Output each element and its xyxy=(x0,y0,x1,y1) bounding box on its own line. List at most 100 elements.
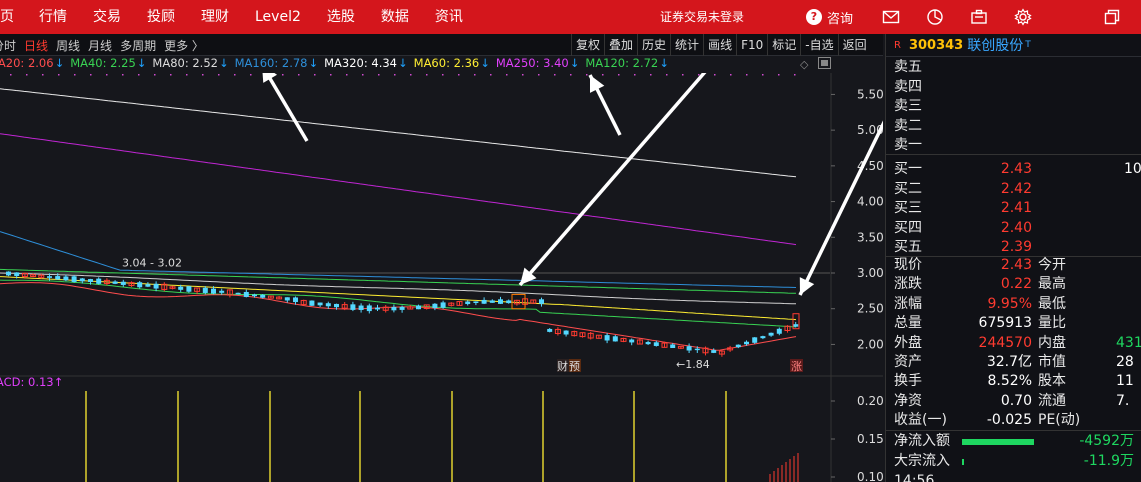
candle xyxy=(432,303,438,311)
stat-label: 涨幅 xyxy=(894,295,922,312)
candle xyxy=(636,338,643,345)
period-tab-2[interactable]: 周线 xyxy=(52,37,84,54)
briefcase-icon[interactable] xyxy=(970,8,988,26)
svg-text:财: 财 xyxy=(557,359,568,373)
buy-level-5[interactable]: 买五 2.39 xyxy=(886,238,1141,258)
stat-value: 675913 xyxy=(978,315,1032,332)
candle xyxy=(153,281,159,292)
chart-tool-6[interactable]: 标记 xyxy=(767,34,800,56)
sell-label: 卖二 xyxy=(894,117,922,134)
limit-up-badge[interactable]: 涨 xyxy=(790,359,803,373)
chart-tool-5[interactable]: F10 xyxy=(736,34,767,56)
period-tab-4[interactable]: 多周期 xyxy=(116,37,160,54)
buy-price: 2.43 xyxy=(1000,161,1032,177)
chart-tool-7[interactable]: -自选 xyxy=(800,34,837,56)
stat-label-2: 最低 xyxy=(1038,295,1066,312)
price-axis-label: 2.50 xyxy=(857,302,883,316)
buy-level-3[interactable]: 买三 2.41 xyxy=(886,199,1141,219)
nav-item-3[interactable]: 投顾 xyxy=(134,0,188,34)
candle xyxy=(760,335,766,340)
window-restore-icon[interactable] xyxy=(1103,8,1121,26)
candle xyxy=(506,299,512,304)
nav-item-4[interactable]: 理财 xyxy=(188,0,242,34)
stock-header[interactable]: R 300343 联创股份 T xyxy=(886,34,1141,57)
diamond-icon[interactable]: ◇ xyxy=(800,58,808,71)
sell-label: 卖一 xyxy=(894,137,922,153)
stat-value-2: 7. xyxy=(1116,392,1130,409)
sell-level-3[interactable]: 卖三 xyxy=(886,97,1141,117)
stat-label-2: 今开 xyxy=(1038,257,1066,273)
candle xyxy=(498,296,503,304)
candle xyxy=(169,285,176,290)
candle xyxy=(284,297,290,303)
chart-tool-4[interactable]: 画线 xyxy=(703,34,736,56)
nav-item-0[interactable]: 首页 xyxy=(0,0,26,34)
chart-tool-8[interactable]: 返回 xyxy=(837,34,871,56)
buy-label: 买三 xyxy=(894,200,922,216)
period-tab-5[interactable]: 更多 〉 xyxy=(160,37,208,54)
nav-item-5[interactable]: Level2 xyxy=(242,0,314,34)
buy-level-1[interactable]: 买一 2.43 107 xyxy=(886,160,1141,180)
nav-item-2[interactable]: 交易 xyxy=(80,0,134,34)
candle xyxy=(620,337,627,343)
period-tab-3[interactable]: 月线 xyxy=(84,37,116,54)
ma250-line xyxy=(0,133,797,246)
candle xyxy=(645,340,651,346)
stat-value: 9.95% xyxy=(987,295,1032,312)
stat-label-2: 量比 xyxy=(1038,315,1066,332)
trade-login-status[interactable]: 证券交易未登录 xyxy=(660,0,744,34)
down-arrow-icon: ↓ xyxy=(480,56,490,70)
flow-bar xyxy=(962,439,1034,445)
nav-item-7[interactable]: 数据 xyxy=(368,0,422,34)
ma-legend-0: MA20: 2.06↓ xyxy=(0,56,65,70)
candle xyxy=(595,334,602,339)
stat-value: 8.52% xyxy=(987,373,1032,390)
candle xyxy=(752,337,758,344)
sell-level-1[interactable]: 卖一 xyxy=(886,136,1141,156)
stat-label-2: 最高 xyxy=(1038,276,1066,293)
buy-level-2[interactable]: 买二 2.42 xyxy=(886,180,1141,200)
candle xyxy=(186,286,192,293)
nav-item-1[interactable]: 行情 xyxy=(26,0,80,34)
sell-level-5[interactable]: 卖五 xyxy=(886,58,1141,78)
period-tab-1[interactable]: 日线 xyxy=(20,37,52,54)
chart-tool-0[interactable]: 复权 xyxy=(571,34,604,56)
chart-tool-1[interactable]: 叠加 xyxy=(604,34,637,56)
price-axis-label: 5.50 xyxy=(857,87,883,101)
candle xyxy=(120,279,126,287)
forecast-badge[interactable]: 预 xyxy=(569,359,581,373)
gear-icon[interactable] xyxy=(1014,8,1032,26)
stat-value: 0.22 xyxy=(1000,276,1032,293)
nav-item-6[interactable]: 选股 xyxy=(314,0,368,34)
chart-tool-2[interactable]: 历史 xyxy=(637,34,670,56)
down-arrow-icon: ↓ xyxy=(659,56,669,70)
ma20-line xyxy=(0,282,797,351)
ma-legend-2: MA80: 2.52↓ xyxy=(152,56,229,70)
buy-level-4[interactable]: 买四 2.40 xyxy=(886,219,1141,239)
sell-level-4[interactable]: 卖四 xyxy=(886,78,1141,98)
stat-value: 0.70 xyxy=(1000,392,1032,409)
stat-value-2: 431 xyxy=(1116,334,1141,351)
stat-value-2: 11 xyxy=(1116,373,1134,390)
stat-label: 资产 xyxy=(894,354,922,370)
chart-tool-3[interactable]: 统计 xyxy=(670,34,703,56)
window-toggle-icon[interactable] xyxy=(818,57,831,69)
macd-label: MACD: 0.13↑ xyxy=(0,375,63,389)
period-tab-0[interactable]: 分时 xyxy=(0,37,20,54)
finance-badge[interactable]: 财 xyxy=(557,359,569,373)
sell-level-2[interactable]: 卖二 xyxy=(886,117,1141,137)
callout-arrow-highlight xyxy=(518,73,707,287)
mail-icon[interactable] xyxy=(882,8,900,26)
candle xyxy=(358,303,364,313)
ma-legend-5: MA60: 2.36↓ xyxy=(413,56,490,70)
stat-value: 2.43 xyxy=(1000,257,1032,273)
nav-item-8[interactable]: 资讯 xyxy=(422,0,476,34)
pie-chart-icon[interactable] xyxy=(926,8,944,26)
price-axis-label: 3.50 xyxy=(857,230,883,244)
ma-legend-3: MA160: 2.78↓ xyxy=(234,56,319,70)
kline-chart[interactable]: 5.505.004.504.003.503.002.502.000.200.15… xyxy=(0,73,883,482)
consult-button[interactable]: ? 咨询 xyxy=(806,0,853,34)
stat-label-2: 股本 xyxy=(1038,373,1066,390)
stock-code: 300343 xyxy=(908,37,964,53)
buy-volume: 107 xyxy=(1124,161,1141,177)
